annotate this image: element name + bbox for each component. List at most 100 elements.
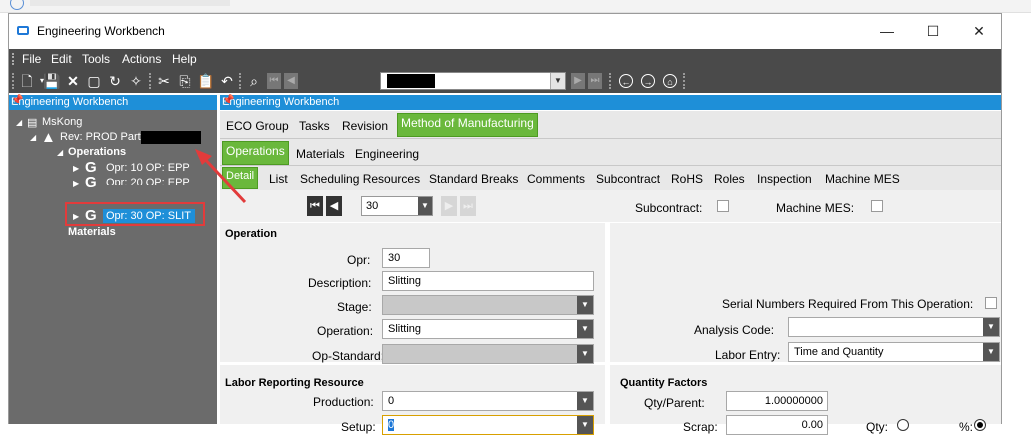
home-icon[interactable]: ⌂ [663, 74, 677, 88]
menu-edit[interactable]: Edit [51, 52, 72, 66]
paste-icon[interactable]: 📋 [197, 72, 215, 90]
app-icon [17, 26, 29, 35]
opr-input[interactable]: 30 [382, 248, 430, 268]
expand-icon[interactable]: ◢ [57, 148, 63, 157]
opstandard-label: Op-Standard: [312, 349, 385, 363]
description-value: Slitting [388, 275, 422, 287]
stage-label: Stage: [337, 300, 372, 314]
menu-actions[interactable]: Actions [122, 52, 161, 66]
undo-arrow-icon[interactable]: ↶ [218, 72, 236, 90]
serial-numbers-checkbox[interactable] [985, 297, 997, 309]
pin-icon[interactable]: 📌 [222, 95, 997, 106]
tab-row-level3: Detail List Scheduling Resources Standar… [220, 166, 1001, 191]
back-icon[interactable]: ← [619, 74, 633, 88]
tab-materials[interactable]: Materials [296, 147, 345, 161]
tab-engineering[interactable]: Engineering [355, 147, 419, 161]
chevron-down-icon[interactable]: ▼ [550, 73, 565, 89]
tab-rohs[interactable]: RoHS [671, 172, 703, 186]
qty-parent-input[interactable]: 1.00000000 [726, 391, 828, 411]
qty-radio[interactable] [897, 419, 909, 431]
tab-comments[interactable]: Comments [527, 172, 585, 186]
key-field-combo[interactable]: ▼ [380, 72, 566, 90]
tree-op-10[interactable]: Opr: 10 OP: EPP [106, 162, 190, 174]
last-record-icon[interactable]: ⏭ [588, 73, 602, 89]
tree-materials[interactable]: Materials [68, 226, 116, 238]
prev-record-icon[interactable]: ◀ [284, 73, 298, 89]
record-selector[interactable]: 30 ▼ [361, 196, 433, 216]
chevron-down-icon[interactable]: ▼ [577, 392, 593, 410]
expand-icon[interactable]: ◢ [16, 118, 22, 127]
undo-icon[interactable]: ✧ [127, 72, 145, 90]
stage-select[interactable]: ▼ [382, 295, 594, 315]
expand-icon[interactable]: ◢ [30, 133, 36, 142]
next-record-icon: ▶ [441, 196, 457, 216]
delete-icon[interactable]: ✕ [64, 72, 82, 90]
tab-method-of-manufacturing[interactable]: Method of Manufacturing [397, 113, 538, 137]
analysis-code-select[interactable]: ▼ [788, 317, 1000, 337]
description-label: Description: [308, 276, 372, 290]
tab-list[interactable]: List [269, 172, 288, 186]
tree-operations[interactable]: Operations [68, 146, 126, 158]
tab-eco-group[interactable]: ECO Group [226, 119, 289, 133]
tab-inspection[interactable]: Inspection [757, 172, 812, 186]
next-record-icon[interactable]: ▶ [571, 73, 585, 89]
cut-icon[interactable]: ✂ [155, 72, 173, 90]
chevron-down-icon[interactable]: ▼ [418, 197, 432, 215]
production-select[interactable]: 0 ▼ [382, 391, 594, 411]
setup-select[interactable]: 0 ▼ [382, 415, 594, 435]
maximize-button[interactable]: ☐ [918, 20, 948, 42]
subcontract-checkbox[interactable] [717, 200, 729, 212]
minimize-button[interactable]: — [872, 20, 902, 42]
percent-radio[interactable] [974, 419, 986, 431]
machine-mes-label: Machine MES: [776, 201, 855, 215]
chevron-down-icon[interactable]: ▼ [983, 318, 999, 336]
tree-revision[interactable]: Rev: PROD Part: [60, 131, 144, 143]
operation-section: Operation Opr: 30 Description: Slitting … [220, 223, 605, 364]
operation-select[interactable]: Slitting ▼ [382, 319, 594, 339]
prev-record-icon[interactable]: ◀ [326, 196, 342, 216]
description-input[interactable]: Slitting [382, 271, 594, 291]
operation-icon: G [85, 174, 97, 191]
copy-icon[interactable]: ⎘ [176, 72, 194, 90]
chevron-down-icon[interactable]: ▼ [983, 343, 999, 361]
opr-value: 30 [388, 252, 401, 264]
menu-help[interactable]: Help [172, 52, 197, 66]
machine-mes-checkbox[interactable] [871, 200, 883, 212]
tab-roles[interactable]: Roles [714, 172, 745, 186]
menu-tools[interactable]: Tools [82, 52, 110, 66]
search-icon[interactable]: ⌕ [245, 72, 263, 90]
tree-root[interactable]: MsKong [42, 116, 82, 128]
collapse-icon[interactable]: ▶ [73, 164, 79, 173]
tab-detail[interactable]: Detail [222, 167, 259, 189]
qty-parent-value: 1.00000000 [764, 395, 823, 407]
menu-file[interactable]: File [22, 52, 41, 66]
labor-entry-select[interactable]: Time and Quantity ▼ [788, 342, 1000, 362]
tab-subcontract[interactable]: Subcontract [596, 172, 660, 186]
scrap-input[interactable]: 0.00 [726, 415, 828, 435]
tab-standard-breaks[interactable]: Standard Breaks [429, 172, 518, 186]
first-record-icon[interactable]: ⏮ [307, 196, 323, 216]
tab-revision[interactable]: Revision [342, 119, 388, 133]
last-record-icon: ⏭ [460, 196, 476, 216]
close-button[interactable]: ✕ [964, 20, 994, 42]
first-record-icon[interactable]: ⏮ [267, 73, 281, 89]
opstandard-select[interactable]: ▼ [382, 344, 594, 364]
tree-op-20[interactable]: Opr: 20 OP: EPP [106, 177, 190, 185]
chevron-down-icon[interactable]: ▼ [577, 416, 593, 434]
save-icon[interactable]: 💾 [43, 72, 61, 90]
pin-icon[interactable]: 📌 [11, 95, 213, 106]
tab-tasks[interactable]: Tasks [299, 119, 330, 133]
refresh-icon[interactable]: ↻ [106, 72, 124, 90]
tab-scheduling-resources[interactable]: Scheduling Resources [300, 172, 420, 186]
info-icon [10, 0, 24, 10]
chevron-down-icon[interactable]: ▼ [577, 320, 593, 338]
tab-machine-mes[interactable]: Machine MES [825, 172, 900, 186]
forward-icon[interactable]: → [641, 74, 655, 88]
collapse-icon[interactable]: ▶ [73, 179, 79, 188]
tab-operations[interactable]: Operations [222, 141, 289, 165]
chevron-down-icon[interactable]: ▼ [577, 345, 593, 363]
clear-icon[interactable]: ▢ [85, 72, 103, 90]
setup-label: Setup: [341, 420, 376, 434]
chevron-down-icon[interactable]: ▼ [577, 296, 593, 314]
serial-numbers-label: Serial Numbers Required From This Operat… [722, 297, 974, 311]
